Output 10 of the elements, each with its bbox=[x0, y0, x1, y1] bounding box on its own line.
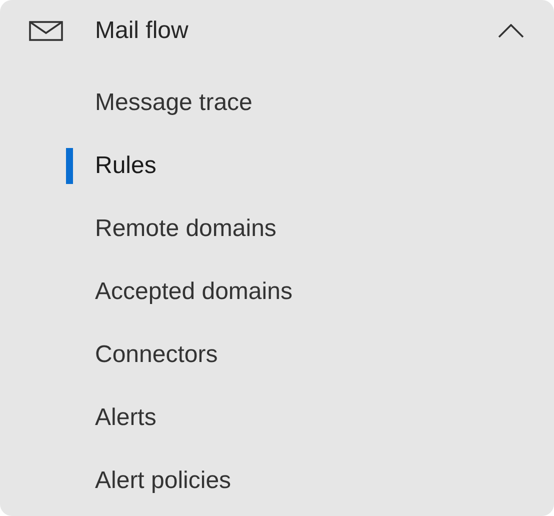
chevron-icon bbox=[498, 24, 524, 38]
nav-item[interactable]: Accepted domains bbox=[95, 274, 292, 310]
nav-item[interactable]: Alert policies bbox=[95, 462, 232, 498]
nav-item[interactable]: Connectors bbox=[95, 336, 218, 372]
nav-item[interactable]: Alerts bbox=[95, 400, 156, 436]
nav-item[interactable]: Rules bbox=[95, 148, 156, 184]
mail-icon bbox=[29, 21, 63, 41]
section-header[interactable]: Mail flow bbox=[0, 0, 554, 62]
nav-item[interactable]: Message trace bbox=[95, 84, 252, 120]
nav-item[interactable]: Remote domains bbox=[95, 210, 276, 246]
